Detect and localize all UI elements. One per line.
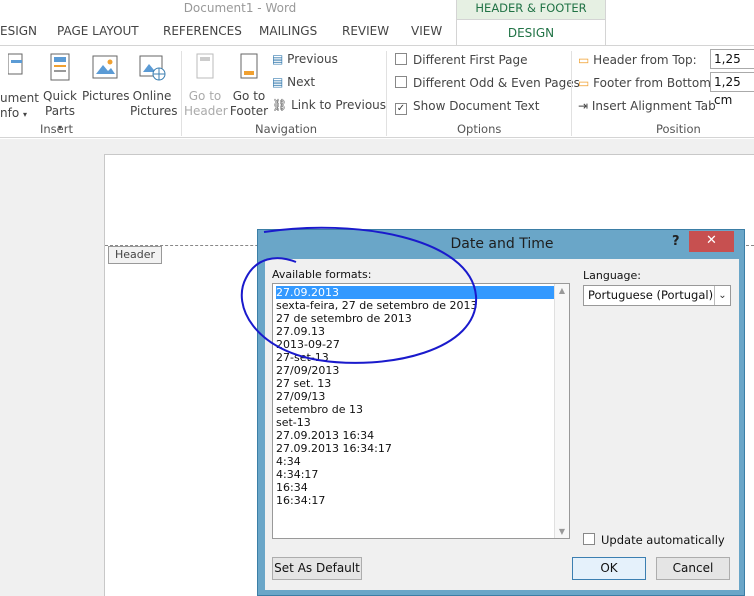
link-to-previous-button[interactable]: ⛓ Link to Previous — [272, 98, 386, 112]
format-item[interactable]: 4:34:17 — [276, 468, 318, 481]
next-icon: ▤ — [272, 75, 284, 89]
group-divider — [181, 51, 182, 136]
checkmark-icon: ✓ — [395, 103, 407, 115]
go-to-footer-label-1: Go to — [232, 89, 266, 103]
header-from-top-label-row: ▭ Header from Top: — [578, 53, 697, 67]
quick-parts-icon — [50, 53, 70, 81]
document-info-label-1: ument — [0, 91, 39, 105]
tab-design-partial[interactable]: ESIGN — [0, 24, 37, 44]
update-automatically-label: Update automatically — [601, 533, 725, 547]
online-pictures-label-2: Pictures — [130, 104, 178, 118]
group-divider — [571, 51, 572, 136]
checkbox-box — [583, 533, 595, 545]
previous-button[interactable]: ▤ Previous — [272, 52, 338, 66]
show-document-text-checkbox[interactable]: ✓ Show Document Text — [395, 99, 539, 115]
tab-page-layout[interactable]: PAGE LAYOUT — [57, 24, 139, 44]
checkbox-box — [395, 76, 407, 88]
pictures-label: Pictures — [82, 89, 130, 103]
options-group-label: Options — [457, 122, 502, 136]
help-button[interactable]: ? — [672, 234, 680, 249]
tab-mailings[interactable]: MAILINGS — [259, 24, 317, 44]
chevron-down-icon: ⌄ — [714, 286, 730, 305]
format-item[interactable]: 27 set. 13 — [276, 377, 331, 390]
format-item[interactable]: 4:34 — [276, 455, 301, 468]
window-title: Document1 - Word — [183, 1, 297, 15]
insert-group-label: Insert — [40, 122, 73, 136]
header-position-icon: ▭ — [578, 53, 590, 67]
format-item[interactable]: 16:34:17 — [276, 494, 325, 507]
vertical-scrollbar[interactable]: ▲ ▼ — [554, 284, 569, 538]
go-to-footer-label-2: Footer — [229, 104, 269, 118]
format-item[interactable]: 27.09.2013 16:34 — [276, 429, 374, 442]
update-automatically-checkbox[interactable]: Update automatically — [583, 533, 725, 547]
annotation-ellipse — [240, 226, 478, 364]
insert-alignment-tab-label: Insert Alignment Tab — [591, 99, 716, 113]
language-value: Portuguese (Portugal) — [588, 288, 714, 302]
tab-review[interactable]: REVIEW — [342, 24, 389, 44]
scroll-up-icon[interactable]: ▲ — [555, 286, 569, 295]
go-to-header-button[interactable]: Go to Header — [184, 52, 228, 119]
header-tag: Header — [108, 246, 162, 264]
dropdown-arrow-icon: ▾ — [23, 110, 28, 119]
footer-from-bottom-label-row: ▭ Footer from Bottom: — [578, 76, 715, 90]
link-icon: ⛓ — [272, 98, 288, 112]
format-item[interactable]: 16:34 — [276, 481, 308, 494]
document-info-icon — [7, 53, 23, 75]
online-pictures-icon — [139, 55, 166, 81]
quick-parts-label-1: Quick — [43, 89, 77, 103]
different-odd-even-label: Different Odd & Even Pages — [413, 76, 580, 90]
format-item[interactable]: setembro de 13 — [276, 403, 363, 416]
header-footer-tools-label: HEADER & FOOTER TOOLS — [456, 0, 606, 32]
alignment-tab-icon: ⇥ — [578, 99, 589, 113]
close-button[interactable]: ✕ — [689, 231, 734, 252]
language-label: Language: — [583, 269, 641, 282]
navigation-group-label: Navigation — [255, 122, 318, 136]
go-to-footer-button[interactable]: Go to Footer — [228, 52, 270, 119]
link-to-previous-label: Link to Previous — [291, 98, 387, 112]
ribbon: ument nfo ▾ Quick Parts ▾ Pictures Onlin… — [0, 45, 754, 138]
insert-alignment-tab-button[interactable]: ⇥ Insert Alignment Tab — [578, 99, 716, 113]
show-document-text-label: Show Document Text — [413, 99, 540, 113]
pictures-button[interactable]: Pictures — [82, 52, 130, 104]
ok-button[interactable]: OK — [572, 557, 646, 580]
checkbox-box — [395, 53, 407, 65]
position-group-label: Position — [656, 122, 701, 136]
go-to-footer-icon — [240, 53, 258, 79]
group-divider — [386, 51, 387, 136]
format-item[interactable]: set-13 — [276, 416, 311, 429]
previous-icon: ▤ — [272, 52, 284, 66]
header-from-top-input[interactable]: 1,25 cm — [710, 49, 754, 84]
footer-from-bottom-input[interactable]: 1,25 cm — [710, 72, 754, 107]
online-pictures-button[interactable]: Online Pictures — [130, 52, 178, 119]
different-odd-even-checkbox[interactable]: Different Odd & Even Pages — [395, 76, 580, 90]
language-select[interactable]: Portuguese (Portugal) ⌄ — [583, 285, 731, 306]
format-item[interactable]: 27.09.2013 16:34:17 — [276, 442, 392, 455]
document-info-button[interactable]: ument nfo ▾ — [0, 52, 39, 122]
different-first-page-label: Different First Page — [413, 53, 528, 67]
pictures-icon — [92, 55, 118, 79]
set-as-default-button[interactable]: Set As Default — [272, 557, 362, 580]
document-info-label-2: nfo — [0, 106, 20, 120]
go-to-header-icon — [196, 53, 214, 79]
header-from-top-label: Header from Top: — [593, 53, 697, 67]
quick-parts-label-2: Parts — [45, 104, 75, 118]
next-label: Next — [287, 75, 316, 89]
next-button[interactable]: ▤ Next — [272, 75, 315, 89]
footer-position-icon: ▭ — [578, 76, 590, 90]
different-first-page-checkbox[interactable]: Different First Page — [395, 53, 528, 67]
tab-design[interactable]: DESIGN — [456, 19, 606, 46]
go-to-header-label-1: Go to — [188, 89, 222, 103]
online-pictures-label-1: Online — [132, 89, 172, 103]
scroll-down-icon[interactable]: ▼ — [555, 527, 569, 536]
footer-from-bottom-label: Footer from Bottom: — [593, 76, 715, 90]
cancel-button[interactable]: Cancel — [656, 557, 730, 580]
go-to-header-label-2: Header — [184, 104, 228, 118]
tab-view[interactable]: VIEW — [411, 24, 442, 44]
previous-label: Previous — [287, 52, 338, 66]
format-item[interactable]: 27/09/13 — [276, 390, 325, 403]
tab-references[interactable]: REFERENCES — [163, 24, 242, 44]
